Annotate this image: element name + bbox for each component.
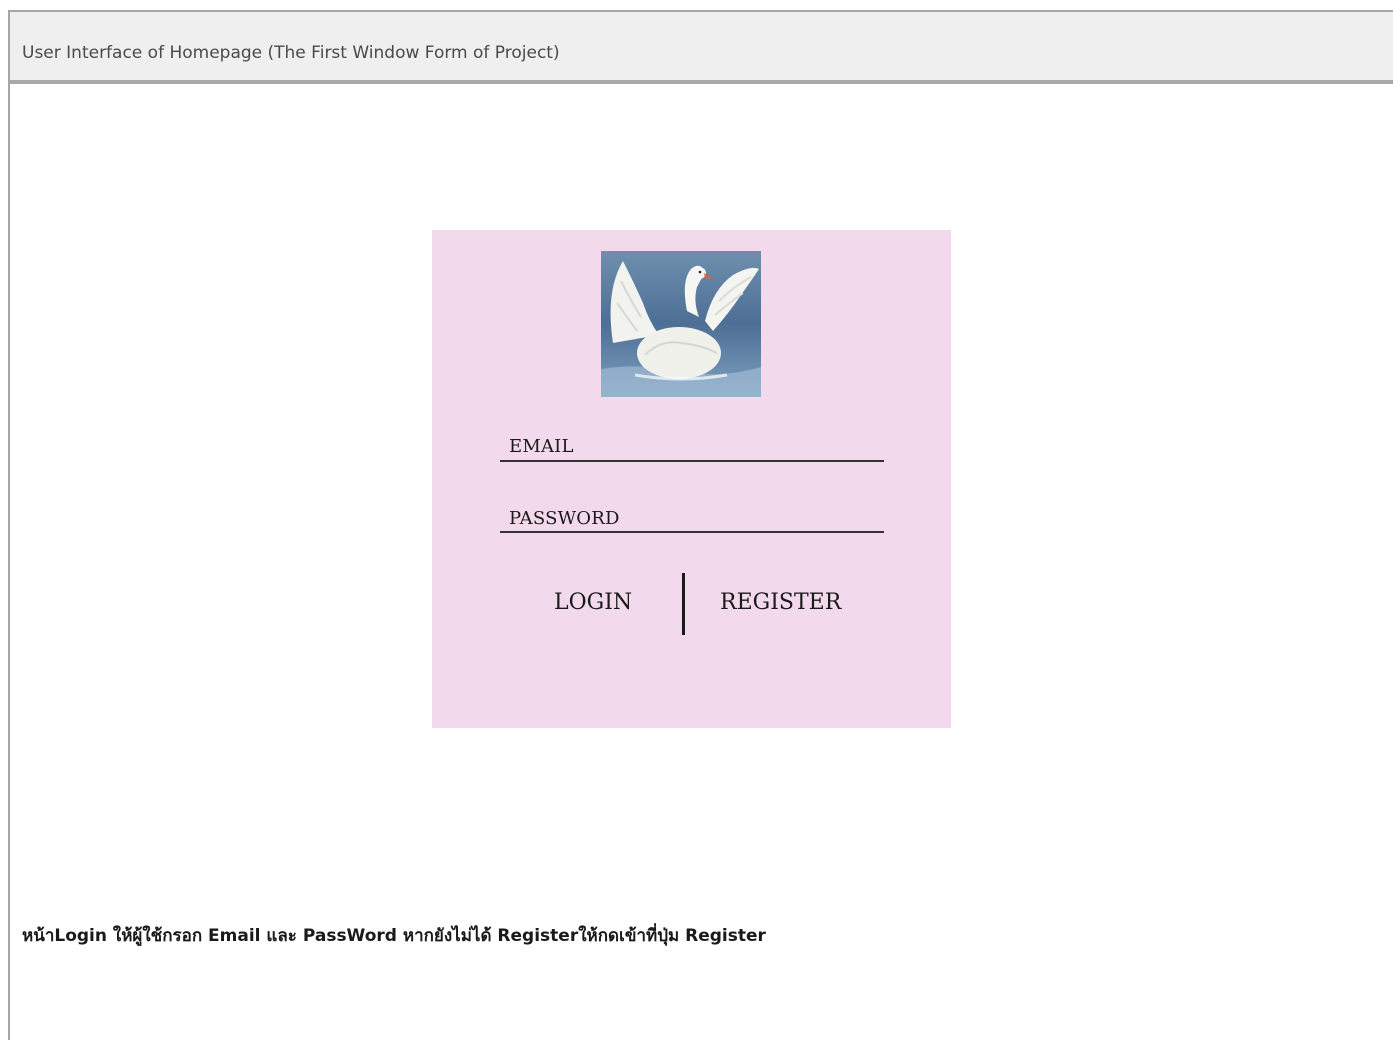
email-label: EMAIL bbox=[509, 436, 574, 457]
login-button[interactable]: LOGIN bbox=[554, 590, 632, 615]
register-button[interactable]: REGISTER bbox=[720, 590, 841, 615]
page-title: User Interface of Homepage (The First Wi… bbox=[22, 43, 560, 63]
page-description: หน้าLogin ให้ผู้ใช้กรอก Email และ PassWo… bbox=[22, 926, 766, 946]
password-field[interactable] bbox=[500, 531, 884, 533]
password-label: PASSWORD bbox=[509, 508, 620, 529]
email-field[interactable] bbox=[500, 460, 884, 462]
page-header: User Interface of Homepage (The First Wi… bbox=[10, 12, 1393, 84]
login-form-mockup: EMAIL PASSWORD LOGIN REGISTER bbox=[432, 230, 951, 728]
swan-image bbox=[601, 251, 761, 397]
button-divider bbox=[682, 573, 685, 635]
